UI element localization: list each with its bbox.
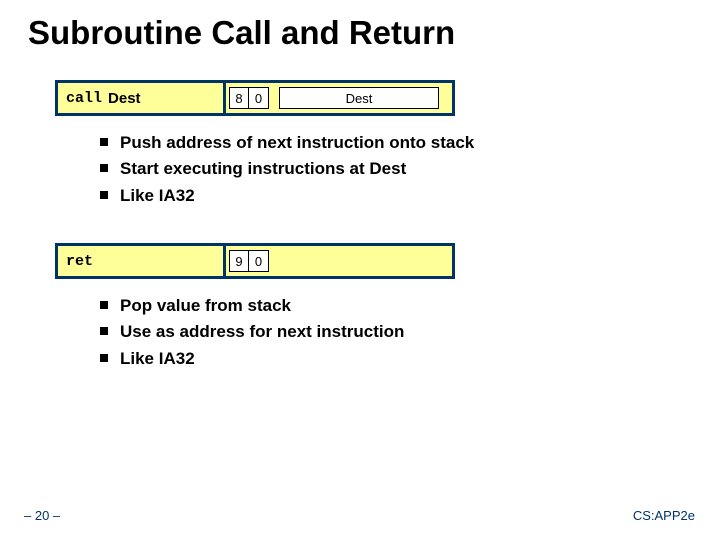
page-number: – 20 – bbox=[24, 508, 60, 523]
ret-mnemonic-box: ret bbox=[55, 243, 223, 279]
list-item: Like IA32 bbox=[100, 346, 719, 372]
call-operand: Dest bbox=[108, 90, 141, 107]
call-encoding-box: 8 0 Dest bbox=[223, 80, 455, 116]
list-item: Pop value from stack bbox=[100, 293, 719, 319]
call-dest-field: Dest bbox=[279, 87, 439, 109]
call-instruction-row: call Dest 8 0 Dest bbox=[55, 80, 719, 116]
list-item: Use as address for next instruction bbox=[100, 319, 719, 345]
ret-mnemonic: ret bbox=[66, 253, 93, 270]
call-section: call Dest 8 0 Dest Push address of next … bbox=[0, 80, 719, 209]
list-item: Push address of next instruction onto st… bbox=[100, 130, 719, 156]
call-byte-0: 8 bbox=[229, 87, 249, 109]
list-item: Start executing instructions at Dest bbox=[100, 156, 719, 182]
ret-byte-0: 9 bbox=[229, 250, 249, 272]
ret-section: ret 9 0 Pop value from stack Use as addr… bbox=[0, 243, 719, 372]
ret-instruction-row: ret 9 0 bbox=[55, 243, 719, 279]
footer-right: CS:APP2e bbox=[633, 508, 695, 523]
call-mnemonic: call bbox=[66, 90, 102, 107]
ret-bullets: Pop value from stack Use as address for … bbox=[100, 293, 719, 372]
slide-title: Subroutine Call and Return bbox=[0, 0, 719, 52]
call-byte-1: 0 bbox=[249, 87, 269, 109]
list-item: Like IA32 bbox=[100, 183, 719, 209]
ret-encoding-box: 9 0 bbox=[223, 243, 455, 279]
call-bullets: Push address of next instruction onto st… bbox=[100, 130, 719, 209]
ret-byte-1: 0 bbox=[249, 250, 269, 272]
call-mnemonic-box: call Dest bbox=[55, 80, 223, 116]
